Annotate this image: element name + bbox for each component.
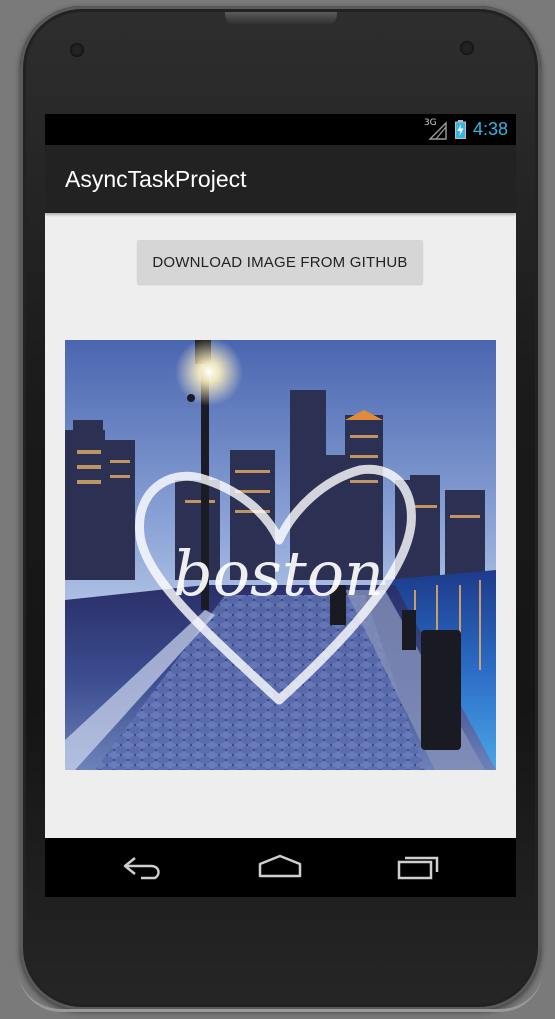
proximity-sensor [70,43,84,57]
download-image-button[interactable]: DOWNLOAD IMAGE FROM GITHUB [137,240,423,284]
signal-icon: 3G [424,118,448,141]
earpiece-speaker [225,12,337,26]
recent-apps-icon[interactable] [395,850,443,884]
app-title: AsyncTaskProject [65,166,247,192]
back-icon[interactable] [119,850,167,884]
status-bar: 3G 4:38 [45,114,516,145]
status-clock: 4:38 [472,119,508,139]
home-icon[interactable] [256,850,304,884]
downloaded-image: boston [65,340,496,770]
image-overlay-text: boston [173,537,384,610]
navigation-bar [45,838,516,897]
device-screen: 3G 4:38 AsyncTaskProject DOWNLOAD IMAGE … [45,114,516,897]
action-bar: AsyncTaskProject [45,145,516,213]
front-camera [460,41,474,55]
battery-charging-icon [454,120,466,139]
